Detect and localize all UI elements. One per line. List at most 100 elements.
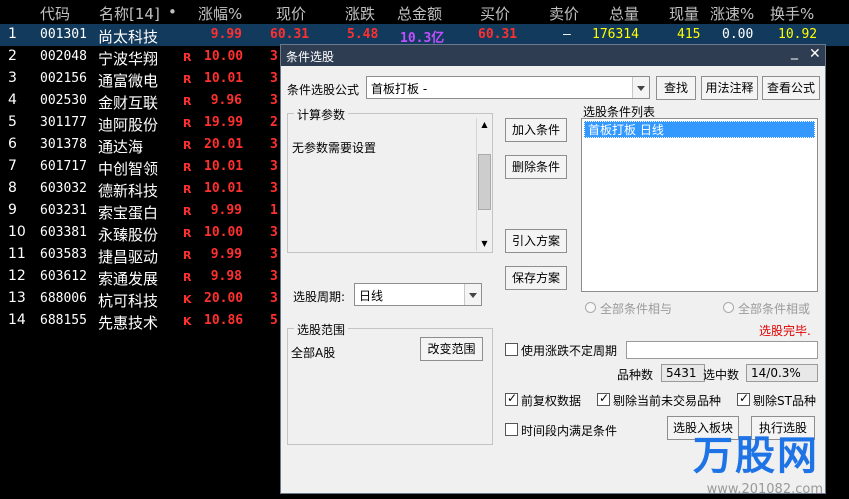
row-name: 索通发展: [98, 270, 159, 288]
row-code: 603583: [40, 247, 87, 262]
calc-params-label: 计算参数: [294, 106, 349, 123]
row-code: 002530: [40, 93, 87, 108]
params-scrollbar[interactable]: ▲ ▼: [476, 118, 491, 251]
row-index: 14: [8, 312, 26, 328]
row-code: 603231: [40, 203, 87, 218]
row-speed: 0.00: [722, 27, 754, 42]
row-code: 001301: [40, 27, 87, 42]
exclude-st-checkbox[interactable]: [737, 391, 750, 406]
row-chg: 19.99: [204, 115, 244, 130]
col-speed[interactable]: 涨速%: [710, 3, 754, 24]
list-item[interactable]: 首板打板 日线: [584, 121, 815, 138]
row-code: 603612: [40, 269, 87, 284]
selected-label: 选中数: [703, 368, 740, 382]
row-code: 002048: [40, 49, 87, 64]
add-condition-button[interactable]: 加入条件: [505, 118, 567, 142]
fq-checkbox[interactable]: [505, 391, 518, 406]
row-chg: 10.01: [204, 71, 244, 86]
row-name: 迪阿股份: [98, 116, 159, 134]
col-chg-pct[interactable]: 涨幅%: [198, 3, 242, 24]
col-price[interactable]: 现价: [276, 3, 306, 24]
save-scheme-button[interactable]: 保存方案: [505, 266, 567, 290]
row-chg: 9.99: [210, 203, 242, 218]
col-change[interactable]: 涨跌: [345, 3, 375, 24]
row-chg: 10.86: [204, 313, 244, 328]
col-volume[interactable]: 总量: [609, 3, 639, 24]
col-amount[interactable]: 总金额: [397, 3, 442, 24]
row-code: 301177: [40, 115, 87, 130]
find-button[interactable]: 查找: [656, 76, 696, 100]
row-flag: R: [183, 51, 192, 64]
row-code: 603381: [40, 225, 87, 240]
scroll-up-icon[interactable]: ▲: [477, 118, 492, 132]
row-index: 7: [8, 158, 17, 174]
row-price-partial: 3: [270, 181, 278, 196]
col-code[interactable]: 代码: [40, 3, 70, 24]
delete-condition-button[interactable]: 删除条件: [505, 155, 567, 179]
uncertain-period-field[interactable]: [626, 341, 818, 359]
col-cur-vol[interactable]: 现量: [669, 3, 699, 24]
row-name: 中创智领: [98, 160, 159, 178]
scroll-thumb[interactable]: [478, 154, 491, 210]
row-chg: 10.01: [204, 159, 244, 174]
row-index: 8: [8, 180, 17, 196]
row-price-partial: 3: [270, 269, 278, 284]
chevron-down-icon[interactable]: [464, 284, 481, 305]
row-chg: 10.01: [204, 181, 244, 196]
row-flag: R: [183, 227, 192, 240]
row-name: 通达海: [98, 138, 144, 156]
scroll-down-icon[interactable]: ▼: [477, 237, 492, 251]
row-index: 4: [8, 92, 17, 108]
row-code: 688006: [40, 291, 87, 306]
row-name: 捷昌驱动: [98, 248, 159, 266]
period-select[interactable]: 日线: [354, 283, 482, 306]
row-cur-vol: 415: [677, 27, 701, 42]
radio-all-or[interactable]: [723, 302, 734, 313]
dialog-title: 条件选股: [286, 50, 335, 64]
row-chg: 20.01: [204, 137, 244, 152]
view-formula-button[interactable]: 查看公式: [762, 76, 820, 100]
col-bid[interactable]: 买价: [480, 3, 510, 24]
row-chg: 20.00: [204, 291, 244, 306]
import-scheme-button[interactable]: 引入方案: [505, 229, 567, 253]
close-icon[interactable]: ✕: [809, 46, 821, 62]
radio-all-and[interactable]: [585, 302, 596, 313]
row-name: 索宝蛋白: [98, 204, 159, 222]
exclude-untraded-checkbox[interactable]: [597, 391, 610, 406]
row-index: 11: [8, 246, 26, 262]
row-price-partial: 3: [270, 247, 278, 262]
row-flag: R: [183, 139, 192, 152]
row-flag: R: [183, 183, 192, 196]
row-price-partial: 5: [270, 313, 278, 328]
table-row[interactable]: 1 001301 尚太科技 9.99 60.31 5.48 10.3亿 60.3…: [0, 24, 849, 46]
row-index: 2: [8, 48, 17, 64]
chevron-down-icon[interactable]: [632, 77, 649, 98]
row-flag: R: [183, 95, 192, 108]
time-range-checkbox[interactable]: [505, 423, 518, 436]
use-uncertain-checkbox[interactable]: [505, 343, 518, 356]
col-turnover[interactable]: 换手%: [770, 3, 814, 24]
count-label: 品种数: [617, 368, 654, 382]
radio-all-and-label: 全部条件相与: [600, 302, 673, 316]
row-index: 3: [8, 70, 17, 86]
row-price-partial: 3: [270, 159, 278, 174]
row-price-partial: 1: [270, 203, 278, 218]
row-name: 宁波华翔: [98, 50, 159, 68]
formula-select[interactable]: 首板打板 -: [366, 76, 650, 99]
row-turnover: 10.92: [778, 27, 818, 42]
row-price-partial: 3: [270, 93, 278, 108]
dialog-title-bar[interactable]: 条件选股 _ ✕: [281, 44, 825, 66]
row-flag: R: [183, 249, 192, 262]
row-price-partial: 3: [270, 137, 278, 152]
calc-params-group: 计算参数 无参数需要设置 ▲ ▼: [287, 106, 493, 253]
no-params-text: 无参数需要设置: [292, 141, 377, 155]
usage-button[interactable]: 用法注释: [701, 76, 758, 100]
row-code: 688155: [40, 313, 87, 328]
minimize-icon[interactable]: _: [791, 44, 798, 60]
row-code: 603032: [40, 181, 87, 196]
condition-list[interactable]: 首板打板 日线: [581, 118, 818, 292]
range-group: 选股范围 全部A股 改变范围: [287, 321, 493, 445]
col-ask[interactable]: 卖价: [549, 3, 579, 24]
change-range-button[interactable]: 改变范围: [420, 337, 483, 361]
col-name[interactable]: 名称[14]: [99, 3, 160, 24]
